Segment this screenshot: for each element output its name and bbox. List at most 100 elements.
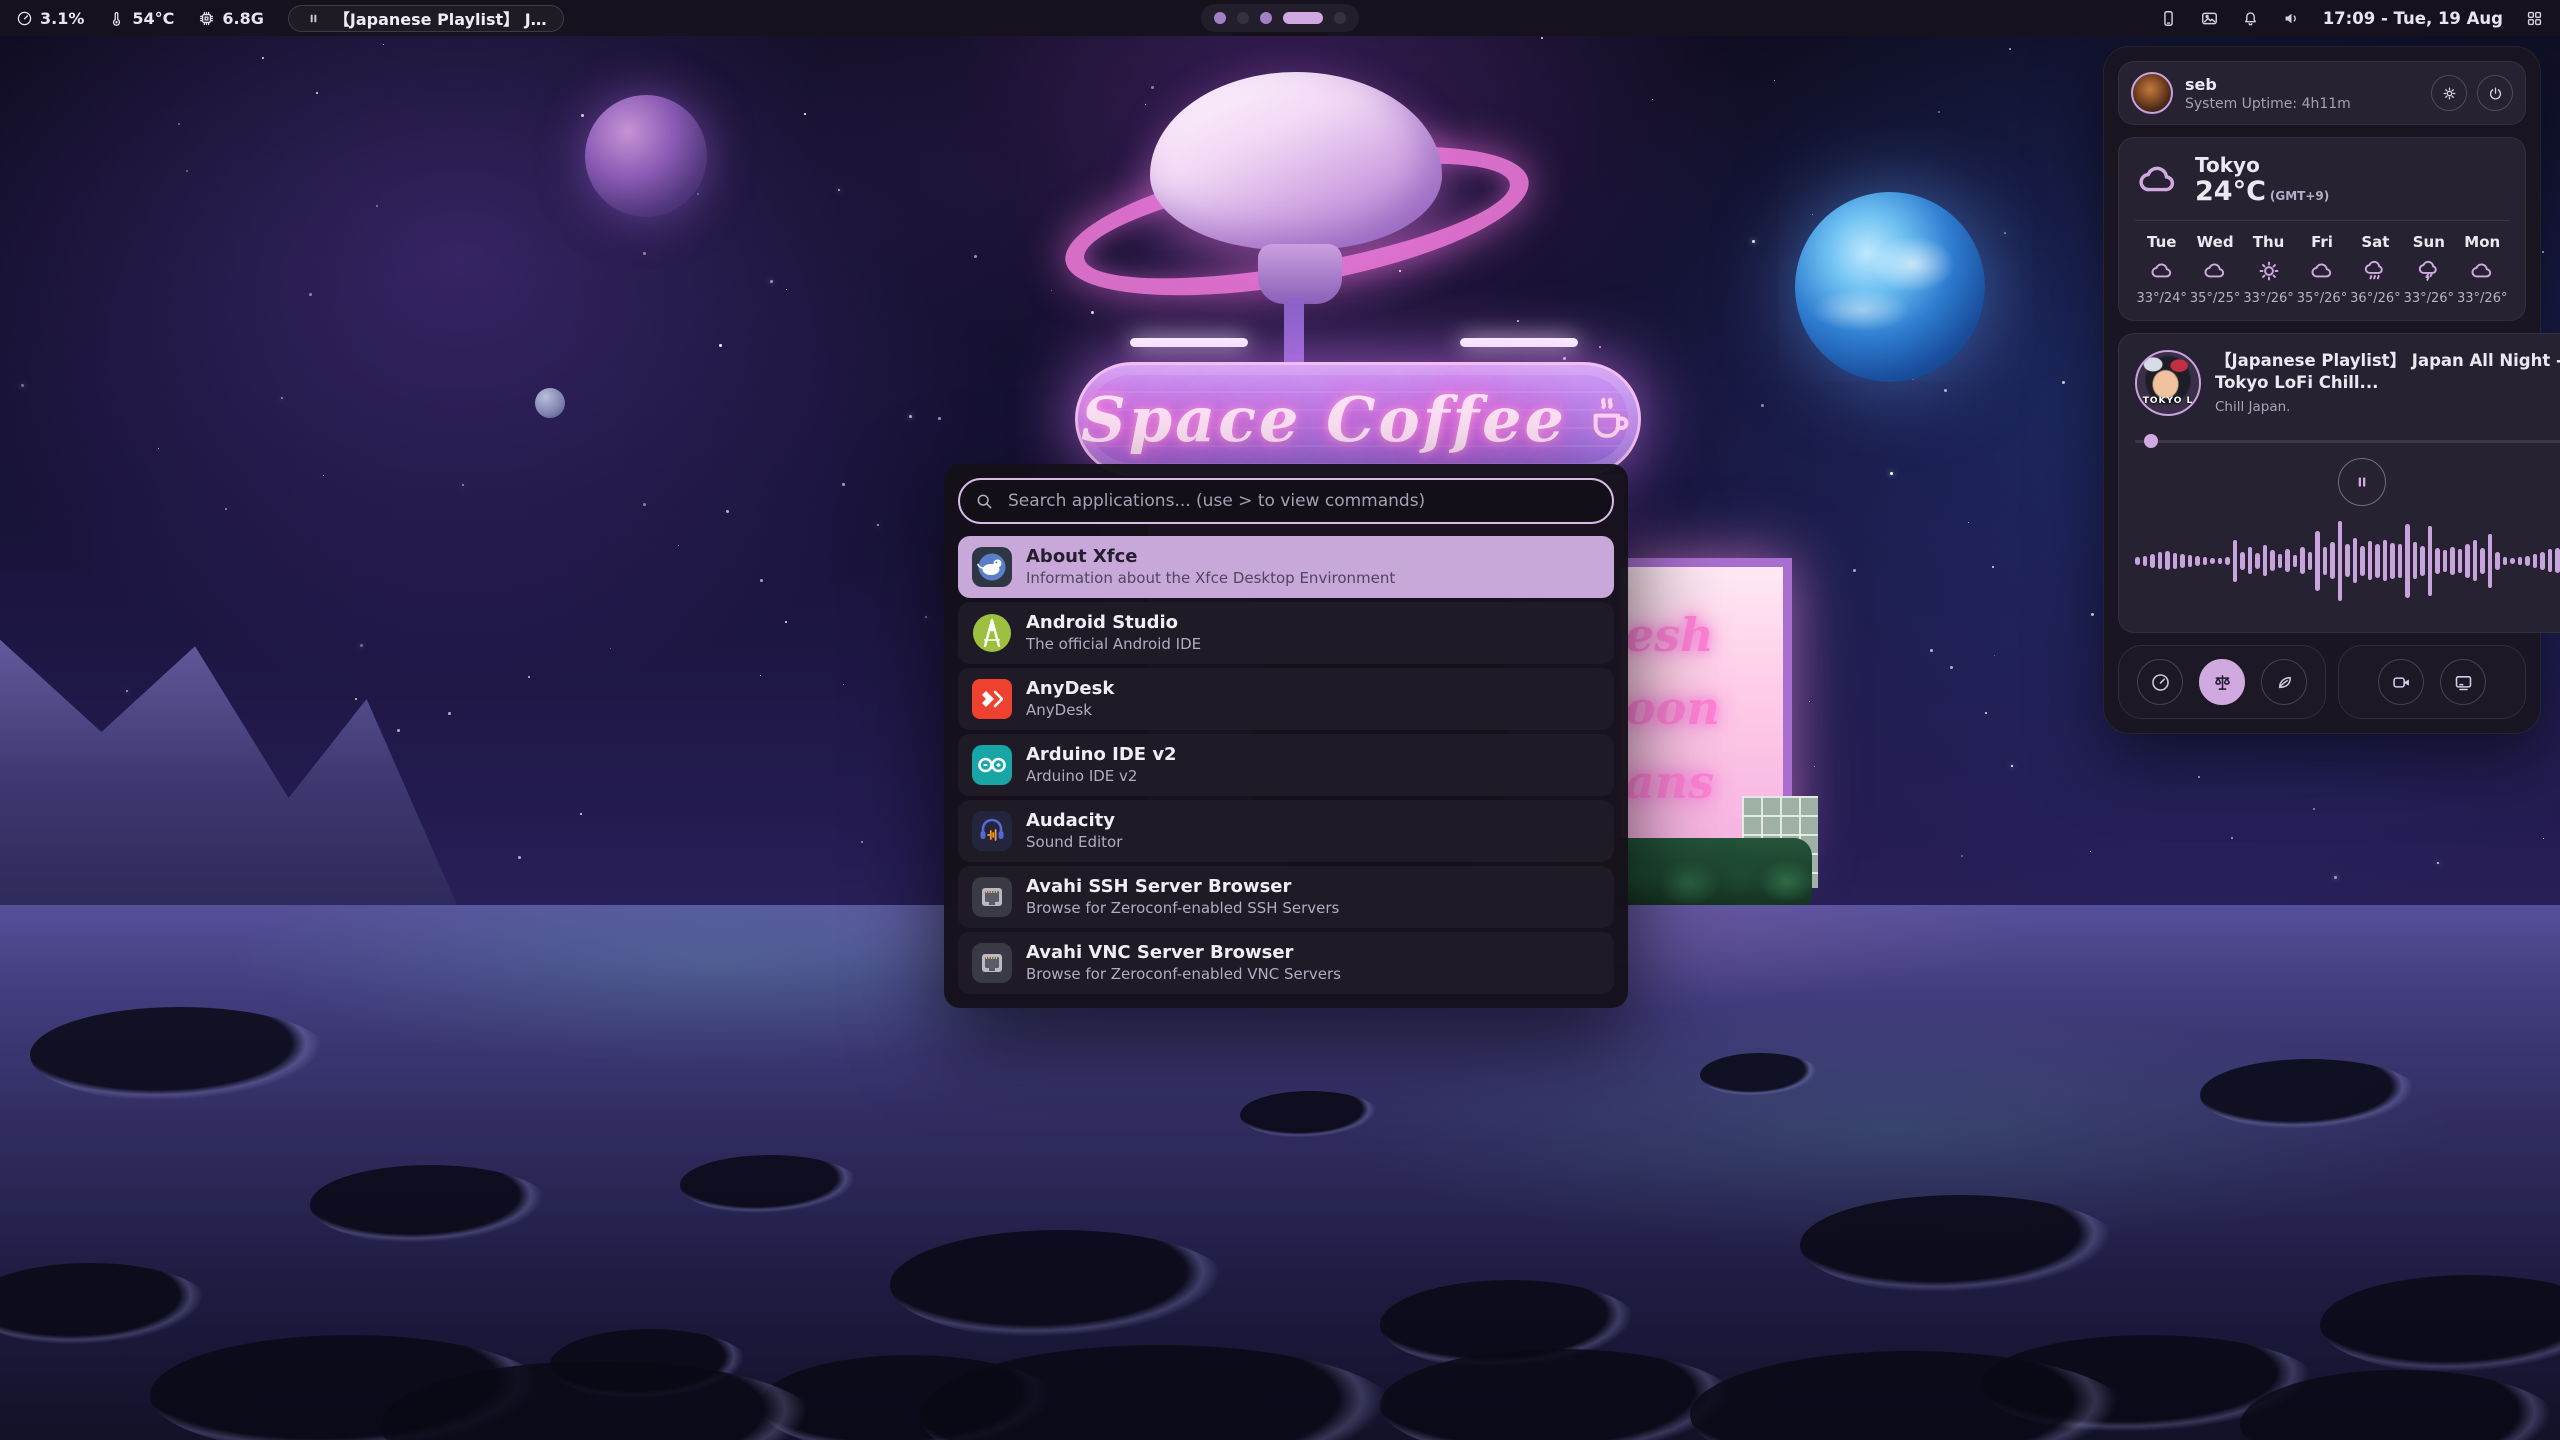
workspace-dot-4[interactable] (1283, 12, 1323, 24)
app-description: The official Android IDE (1026, 635, 1201, 654)
app-list-item[interactable]: About Xfce Information about the Xfce De… (958, 536, 1614, 598)
app-name: Android Studio (1026, 612, 1201, 635)
thermometer-icon (108, 10, 125, 27)
speedometer-icon (16, 10, 33, 27)
screen-record-button[interactable] (2378, 659, 2424, 705)
xfce-app-icon (972, 547, 1012, 587)
power-button[interactable] (2477, 75, 2513, 111)
app-list-item[interactable]: Android Studio The official Android IDE (958, 602, 1614, 664)
cpu-usage-value: 3.1% (40, 9, 84, 28)
cloud-weather-icon (2202, 258, 2228, 284)
pause-button[interactable] (2338, 458, 2386, 506)
album-art: TOKYO L (2135, 350, 2201, 416)
power-profile-group (2118, 645, 2326, 719)
balanced-profile-button[interactable] (2199, 659, 2245, 705)
audio-waveform (2135, 506, 2560, 616)
wallpaper-icon[interactable] (2200, 9, 2219, 28)
performance-profile-button[interactable] (2137, 659, 2183, 705)
settings-button[interactable] (2431, 75, 2467, 111)
cloud-weather-icon (2149, 258, 2175, 284)
arduino-app-icon (972, 745, 1012, 785)
weather-forecast: Tue 33°/24° Wed 35°/25° Thu 33°/26° Fri … (2135, 233, 2509, 306)
app-name: Avahi VNC Server Browser (1026, 942, 1341, 965)
desktop: Space Coffee esh oon ans 3.1% 54°C 6.8G (0, 0, 2560, 1440)
android-studio-app-icon (972, 613, 1012, 653)
window-neon-fragment: oon (1625, 672, 1783, 746)
system-uptime: System Uptime: 4h11m (2185, 96, 2351, 112)
app-grid-icon[interactable] (2525, 9, 2544, 28)
progress-knob[interactable] (2144, 434, 2158, 448)
search-icon (974, 491, 994, 511)
media-pill[interactable]: 【Japanese Playlist】 J… (288, 5, 564, 32)
forecast-day: Tue 33°/24° (2135, 233, 2188, 306)
workspace-dot-2[interactable] (1237, 12, 1249, 24)
workspace-dot-1[interactable] (1214, 12, 1226, 24)
workspace-dot-5[interactable] (1334, 12, 1346, 24)
app-description: Sound Editor (1026, 833, 1122, 852)
rain-weather-icon (2362, 258, 2388, 284)
avatar (2131, 72, 2173, 114)
avahi-app-icon (972, 877, 1012, 917)
cloud-weather-icon (2469, 258, 2495, 284)
forecast-day: Sat 36°/26° (2349, 233, 2402, 306)
app-list-item[interactable]: Arduino IDE v2 Arduino IDE v2 (958, 734, 1614, 796)
forecast-day: Mon 33°/26° (2456, 233, 2509, 306)
app-list-item[interactable]: Avahi SSH Server Browser Browse for Zero… (958, 866, 1614, 928)
powersave-profile-button[interactable] (2261, 659, 2307, 705)
leaf-icon (2274, 672, 2295, 693)
cloud-icon (2135, 157, 2181, 203)
forecast-day: Sun 33°/26° (2402, 233, 2455, 306)
forecast-day: Fri 35°/26° (2295, 233, 2348, 306)
weather-temperature: 24°C(GMT+9) (2195, 177, 2329, 207)
notifications-bell-icon[interactable] (2241, 9, 2260, 28)
weather-city: Tokyo (2195, 154, 2329, 177)
app-name: About Xfce (1026, 546, 1395, 569)
storm-weather-icon (2416, 258, 2442, 284)
app-name: Arduino IDE v2 (1026, 744, 1177, 767)
clock[interactable]: 17:09 - Tue, 19 Aug (2323, 9, 2503, 28)
app-description: AnyDesk (1026, 701, 1114, 720)
app-name: Avahi SSH Server Browser (1026, 876, 1339, 899)
scales-icon (2212, 672, 2233, 693)
temperature-indicator: 54°C (108, 9, 174, 28)
memory-indicator: 6.8G (198, 9, 263, 28)
app-launcher: About Xfce Information about the Xfce De… (944, 464, 1628, 1008)
media-pill-label: 【Japanese Playlist】 J… (334, 6, 547, 30)
app-description: Arduino IDE v2 (1026, 767, 1177, 786)
volume-icon[interactable] (2282, 9, 2301, 28)
video-camera-icon (2391, 672, 2412, 693)
memory-value: 6.8G (222, 9, 263, 28)
sun-weather-icon (2256, 258, 2282, 284)
app-description: Browse for Zeroconf-enabled VNC Servers (1026, 965, 1341, 984)
screen-icon (2453, 672, 2474, 693)
phone-link-icon[interactable] (2159, 9, 2178, 28)
app-list-item[interactable]: Audacity Sound Editor (958, 800, 1614, 862)
screenshot-button[interactable] (2440, 659, 2486, 705)
track-title: 【Japanese Playlist】 Japan All Night - To… (2215, 350, 2560, 395)
weather-card: Tokyo 24°C(GMT+9) Tue 33°/24° Wed 35°/25… (2118, 137, 2526, 321)
speedometer-icon (2150, 672, 2171, 693)
search-input[interactable] (958, 478, 1614, 524)
neon-sign: Space Coffee (1075, 362, 1641, 476)
app-list-item[interactable]: Avahi VNC Server Browser Browse for Zero… (958, 932, 1614, 994)
forecast-day: Thu 33°/26° (2242, 233, 2295, 306)
coffee-cup-icon (1581, 392, 1635, 446)
window-neon-fragment: esh (1625, 599, 1783, 673)
forecast-day: Wed 35°/25° (2188, 233, 2241, 306)
user-card: seb System Uptime: 4h11m (2118, 61, 2526, 125)
pause-icon (305, 10, 322, 27)
weather-timezone: (GMT+9) (2270, 189, 2329, 203)
app-list: About Xfce Information about the Xfce De… (958, 536, 1614, 994)
track-progress-slider[interactable] (2135, 434, 2560, 448)
track-artist: Chill Japan. (2215, 399, 2560, 415)
chip-icon (198, 10, 215, 27)
workspace-dot-3[interactable] (1260, 12, 1272, 24)
anydesk-app-icon (972, 679, 1012, 719)
side-panel: seb System Uptime: 4h11m Tokyo 24°C(GMT+… (2103, 46, 2541, 734)
avahi-app-icon (972, 943, 1012, 983)
power-icon (2487, 85, 2504, 102)
app-list-item[interactable]: AnyDesk AnyDesk (958, 668, 1614, 730)
neon-sign-text: Space Coffee (1081, 383, 1567, 456)
music-player-card: TOKYO L 【Japanese Playlist】 Japan All Ni… (2118, 333, 2560, 633)
cpu-usage-indicator: 3.1% (16, 9, 84, 28)
